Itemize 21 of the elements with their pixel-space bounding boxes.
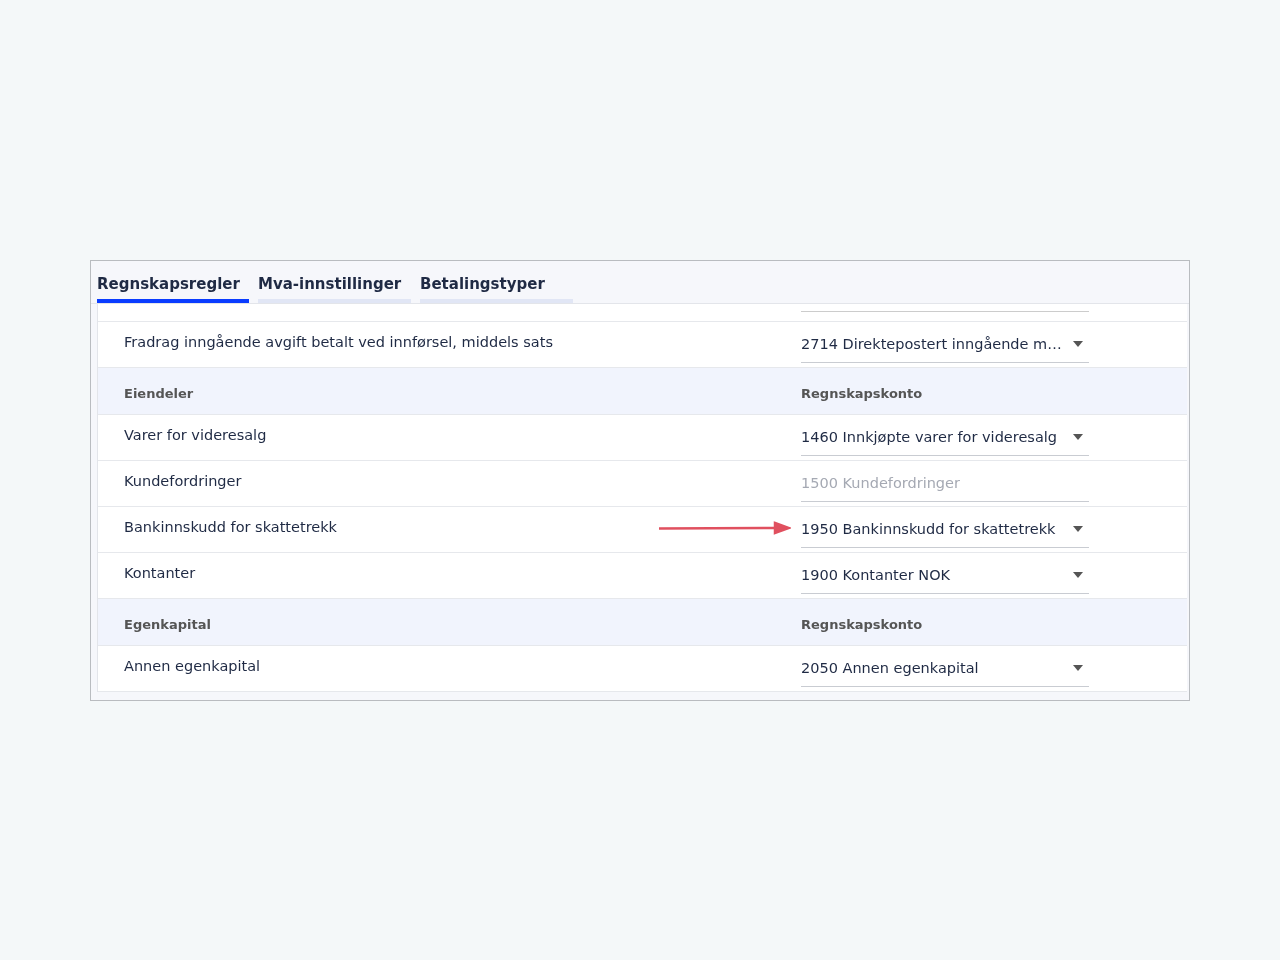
account-dropdown[interactable]: 2714 Direktepostert inngående m… xyxy=(801,326,1089,363)
account-dropdown[interactable]: 1460 Innkjøpte varer for videresalg xyxy=(801,419,1089,456)
rule-label: Varer for videresalg xyxy=(123,426,268,445)
caret-icon xyxy=(1073,341,1083,347)
rule-label: Kundefordringer xyxy=(123,472,243,491)
section-title: Egenkapital xyxy=(123,616,212,632)
account-dropdown: 1500 Kundefordringer xyxy=(801,465,1089,502)
column-heading: Regnskapskonto xyxy=(801,385,924,401)
caret-icon xyxy=(1073,665,1083,671)
account-dropdown[interactable]: 1950 Bankinnskudd for skattetrekk xyxy=(801,511,1089,548)
caret-icon xyxy=(1073,572,1083,578)
rule-label: Annen egenkapital xyxy=(123,657,262,676)
caret-icon xyxy=(1073,526,1083,532)
column-heading: Regnskapskonto xyxy=(801,616,924,632)
caret-icon xyxy=(1073,434,1083,440)
account-dropdown[interactable]: 1900 Kontanter NOK xyxy=(801,557,1089,594)
section-title: Eiendeler xyxy=(123,385,195,401)
rule-label: Fradrag inngående avgift betalt ved innførsel, middels sats xyxy=(123,333,554,352)
rule-label: Bankinnskudd for skattetrekk xyxy=(123,518,338,537)
rule-label: Kontanter xyxy=(123,564,197,583)
account-dropdown[interactable]: 2050 Annen egenkapital xyxy=(801,650,1089,687)
